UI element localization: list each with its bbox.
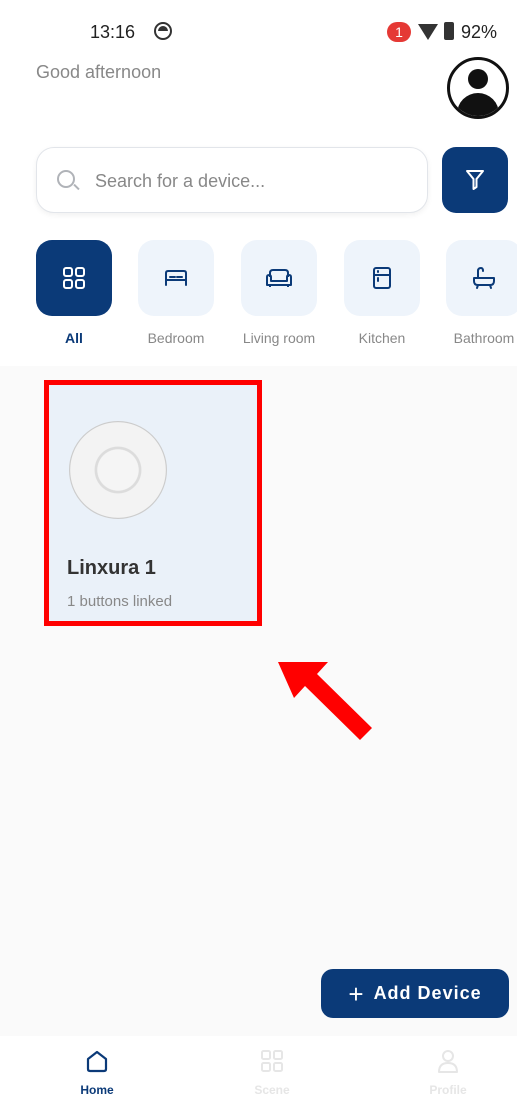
device-card[interactable]: Linxura 1 1 buttons linked: [44, 380, 262, 626]
grid-icon: [63, 267, 85, 289]
annotation-arrow: [278, 662, 372, 740]
category-living-room[interactable]: Living room: [241, 240, 317, 346]
category-tile[interactable]: [241, 240, 317, 316]
category-tile[interactable]: [446, 240, 517, 316]
category-tile[interactable]: [344, 240, 420, 316]
device-image: [69, 421, 167, 519]
user-avatar-icon[interactable]: [447, 57, 509, 119]
bed-icon: [165, 270, 187, 286]
category-tile[interactable]: [138, 240, 214, 316]
category-label: Living room: [242, 330, 316, 346]
category-label: Bedroom: [147, 330, 205, 346]
bathtub-icon: [473, 267, 495, 289]
search-icon: [57, 170, 75, 188]
filter-icon: [466, 170, 484, 190]
nav-scene[interactable]: Scene: [232, 1048, 312, 1097]
category-all[interactable]: All: [36, 240, 112, 346]
battery-icon: [444, 22, 454, 40]
person-icon: [438, 1050, 458, 1073]
device-name: Linxura 1: [67, 557, 156, 579]
battery-percentage: 92%: [461, 22, 498, 42]
category-tile[interactable]: [36, 240, 112, 316]
add-device-button[interactable]: + Add Device: [321, 969, 509, 1018]
category-bedroom[interactable]: Bedroom: [138, 240, 214, 346]
search-input[interactable]: [95, 166, 415, 196]
wifi-icon: [418, 24, 438, 40]
device-subtitle: 1 buttons linked: [67, 593, 173, 610]
nav-label: Scene: [254, 1083, 290, 1097]
nav-home[interactable]: Home: [57, 1048, 137, 1097]
search-box[interactable]: [36, 147, 428, 213]
bottom-navigation: Home Scene Profile: [0, 1036, 517, 1097]
category-kitchen[interactable]: Kitchen: [344, 240, 420, 346]
status-time: 13:16: [90, 22, 136, 42]
fridge-icon: [373, 267, 391, 289]
category-label: All: [65, 330, 83, 346]
category-bathroom[interactable]: Bathroom: [446, 240, 517, 346]
nav-label: Home: [80, 1083, 114, 1097]
status-bar: 13:16 1 92%: [0, 0, 517, 64]
sofa-icon: [266, 269, 292, 287]
category-label: Bathroom: [453, 330, 515, 346]
home-icon: [86, 1050, 108, 1073]
greeting-text: Good afternoon: [36, 62, 162, 82]
nav-profile[interactable]: Profile: [408, 1048, 488, 1097]
category-label: Kitchen: [358, 330, 406, 346]
nav-label: Profile: [429, 1083, 467, 1097]
grid-icon: [261, 1050, 283, 1072]
filter-button[interactable]: [442, 147, 508, 213]
add-device-label: Add Device: [373, 983, 482, 1003]
plus-icon: +: [348, 978, 364, 1009]
app-notification-icon: [154, 22, 172, 40]
notification-badge: 1: [387, 22, 411, 42]
